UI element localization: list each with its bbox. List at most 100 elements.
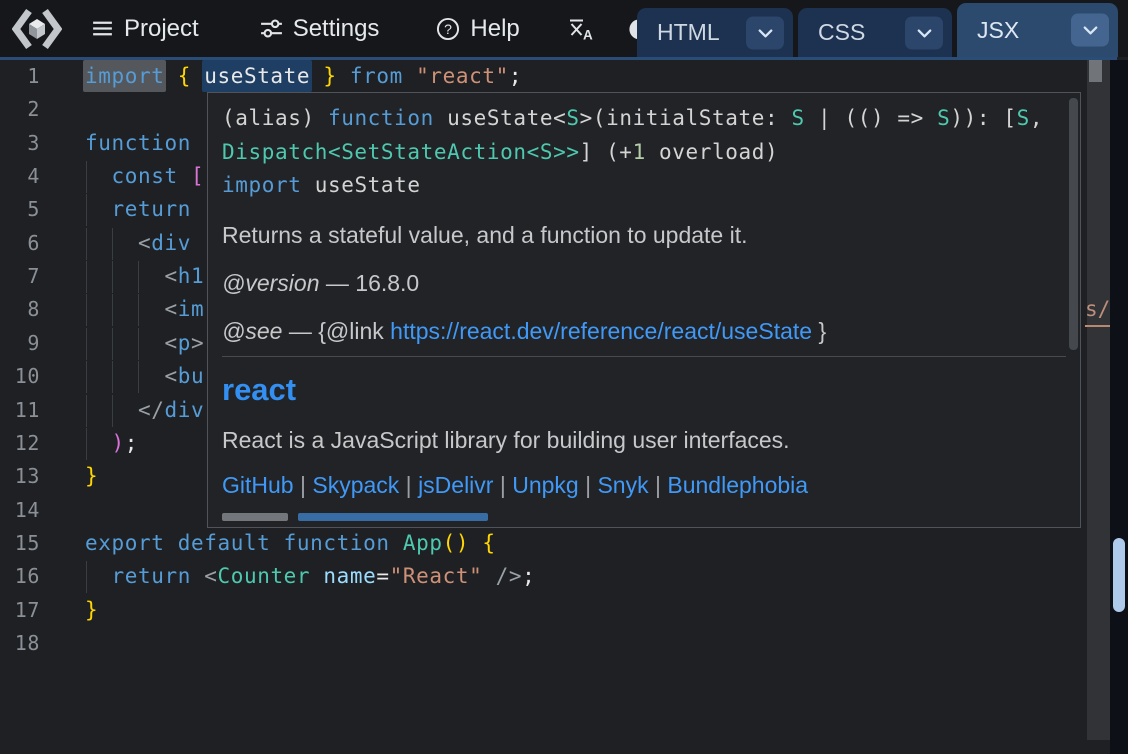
help-label: Help [470, 15, 519, 43]
code-token: S [1017, 106, 1030, 130]
code-line-17[interactable]: 17} [0, 594, 1087, 628]
code-text: return <Counter name="React" />; [85, 560, 535, 593]
code-token [469, 531, 482, 555]
code-token [310, 64, 323, 88]
code-text: const [ [85, 160, 204, 193]
svg-text:?: ? [445, 20, 453, 36]
hover-tooltip: (alias) function useState< S >(initialStat… [207, 92, 1081, 528]
code-token [164, 64, 177, 88]
code-token: } [85, 464, 98, 488]
line-number: 13 [0, 460, 40, 493]
code-token [85, 297, 164, 321]
line-number: 7 [0, 260, 40, 293]
project-menu-button[interactable]: Project [90, 15, 199, 43]
code-token: < [138, 231, 151, 255]
code-token: } [85, 598, 98, 622]
editor-scrollbar-track[interactable] [1087, 60, 1110, 740]
code-token: useState< [434, 106, 566, 130]
line-number: 6 [0, 227, 40, 260]
app-logo[interactable] [12, 6, 62, 52]
package-link-unpkg[interactable]: Unpkg [512, 472, 578, 498]
version-separator: — [326, 270, 349, 296]
code-text: <p> [85, 327, 204, 360]
code-token [85, 398, 138, 422]
code-token: < [164, 364, 177, 388]
line-number: 1 [0, 60, 40, 93]
link-separator: | [493, 472, 512, 498]
package-link-skypack[interactable]: Skypack [312, 472, 399, 498]
usestate-docs-link[interactable]: https://react.dev/reference/react/useSta… [390, 318, 812, 344]
package-link-jsdelivr[interactable]: jsDelivr [418, 472, 493, 498]
line-number: 14 [0, 494, 40, 527]
code-token: return [112, 197, 191, 221]
version-tag: @version [222, 270, 320, 296]
chevron-down-icon[interactable] [905, 16, 943, 49]
code-token [85, 331, 164, 355]
package-link-snyk[interactable]: Snyk [597, 472, 648, 498]
code-token: Counter [217, 564, 310, 588]
code-token: default [178, 531, 271, 555]
code-token: S [937, 106, 950, 130]
tab-css[interactable]: CSS [798, 8, 952, 57]
code-token: = [376, 564, 389, 588]
code-token: < [164, 331, 177, 355]
code-line-1[interactable]: 1 import { useState } from "react"; [0, 60, 1087, 94]
package-name-link[interactable]: react [222, 372, 1066, 408]
page-scrollbar-thumb[interactable] [1113, 538, 1125, 612]
line-number: 12 [0, 427, 40, 460]
code-line-18[interactable]: 18 [0, 627, 1087, 661]
hover-description: Returns a stateful value, and a function… [222, 221, 1066, 249]
page-scrollbar-track[interactable] [1110, 60, 1128, 754]
code-token: div [164, 398, 204, 422]
code-token: | (() => [805, 106, 937, 130]
code-text: <im [85, 293, 204, 326]
code-token [337, 64, 350, 88]
code-token: < [204, 564, 217, 588]
editor-scrollbar-top-block [1089, 60, 1102, 82]
tab-html[interactable]: HTML [637, 8, 793, 57]
code-token: function [328, 106, 434, 130]
translate-button[interactable]: A [566, 15, 593, 42]
code-token: { [482, 531, 495, 555]
jsdoc-see-row: @see — {@link https://react.dev/referenc… [222, 317, 1066, 345]
package-link-github[interactable]: GitHub [222, 472, 294, 498]
code-text: return [85, 193, 191, 226]
type-signature-block: (alias) function useState< S >(initialStat… [222, 102, 1066, 203]
tooltip-divider [222, 356, 1066, 357]
jsdoc-version-row: @version — 16.8.0 [222, 269, 1066, 297]
project-menu-label: Project [124, 15, 199, 43]
code-line-15[interactable]: 15export default function App() { [0, 527, 1087, 561]
code-token: h1 [178, 264, 205, 288]
code-text: <bu [85, 360, 204, 393]
chevron-down-icon[interactable] [1071, 14, 1109, 47]
code-token: ) [112, 431, 125, 455]
code-text: import { useState } from "react"; [85, 60, 522, 93]
code-token: >(initialState: [580, 106, 792, 130]
line-number: 3 [0, 127, 40, 160]
chevron-down-icon[interactable] [746, 16, 784, 49]
code-token: export [85, 531, 164, 555]
help-button[interactable]: ? Help [435, 15, 519, 43]
code-token [85, 364, 164, 388]
code-token [482, 564, 495, 588]
code-token: (alias) [222, 106, 328, 130]
help-circle-icon: ? [435, 16, 461, 42]
line-number: 9 [0, 327, 40, 360]
clipped-text-fragment [222, 513, 288, 521]
package-link-bundlephobia[interactable]: Bundlephobia [667, 472, 808, 498]
code-token [390, 531, 403, 555]
code-token [270, 531, 283, 555]
see-tag: @see [222, 318, 282, 344]
code-token: im [178, 297, 205, 321]
code-text: } [85, 594, 98, 627]
tooltip-scrollbar-thumb[interactable] [1069, 98, 1078, 350]
code-token: from [350, 64, 403, 88]
tab-jsx[interactable]: JSX [957, 3, 1118, 57]
signature-line: (alias) function useState< S >(initialStat… [222, 102, 1066, 136]
code-token [85, 197, 112, 221]
code-line-16[interactable]: 16 return <Counter name="React" />; [0, 560, 1087, 594]
package-links-row: GitHub | Skypack | jsDelivr | Unpkg | Sn… [222, 472, 1066, 499]
code-token: < [164, 297, 177, 321]
settings-button[interactable]: Settings [259, 15, 380, 43]
code-token: App [403, 531, 443, 555]
